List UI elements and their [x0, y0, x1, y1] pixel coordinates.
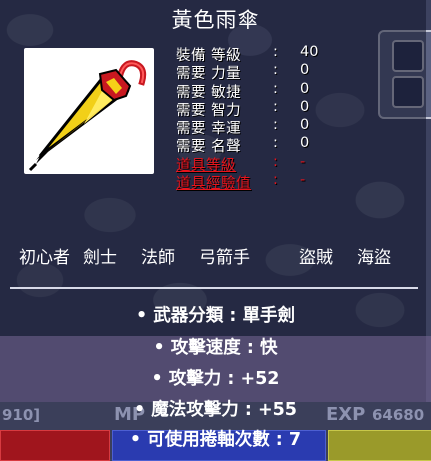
job-requirements: 初心者 劍士 法師 弓箭手 盜賊 海盜	[19, 243, 419, 268]
stat-value: -	[300, 172, 306, 189]
stat-row-req-str: 需要 力量 : 0	[176, 62, 336, 82]
stat-row-req-int: 需要 智力 : 0	[176, 98, 336, 119]
stat-value: 0	[300, 135, 310, 152]
attr-weapon-type: • 武器分類 : 單手劍	[136, 306, 295, 326]
job-thief: 盜賊	[299, 248, 333, 268]
job-archer: 弓箭手	[199, 248, 250, 268]
job-beginner: 初心者	[19, 248, 70, 268]
attr-attack-power: • 攻擊力 : +52	[151, 369, 280, 389]
stat-separator: :	[273, 98, 278, 115]
attr-magic-attack: • 魔法攻擊力 : +55	[134, 400, 297, 420]
stat-value: 0	[300, 98, 310, 115]
stat-row-req-fame: 需要 名聲 : 0	[176, 135, 336, 155]
stat-separator: :	[273, 62, 278, 79]
attr-attack-speed: • 攻擊速度 : 快	[153, 338, 278, 358]
stat-row-req-dex: 需要 敏捷 : 0	[176, 80, 336, 101]
yellow-umbrella-icon	[28, 60, 147, 172]
stat-separator: :	[273, 44, 278, 60]
stat-row-item-exp: 道具經驗值 : -	[176, 172, 336, 193]
stat-value: 0	[300, 62, 310, 79]
item-tooltip: 黃色雨傘 裝備 等級 : 40 需要 力量 : 0 需要 敏捷: 0 需要 智…	[0, 0, 431, 461]
stat-row-item-level: 道具等級 : -	[176, 153, 336, 174]
stat-separator: :	[273, 153, 278, 170]
item-name: 黃色雨傘	[171, 8, 260, 32]
stat-row-equip-level: 裝備 等級 : 40	[176, 44, 336, 64]
stat-value: 0	[300, 117, 310, 134]
stat-value: -	[300, 153, 306, 170]
stat-separator: :	[273, 80, 278, 97]
stat-separator: :	[273, 135, 278, 152]
stat-value: 40	[300, 44, 319, 60]
divider	[10, 287, 418, 289]
stats-panel: 裝備 等級 : 40 需要 力量 : 0 需要 敏捷 : 0 需要 智力 : 0…	[176, 44, 336, 193]
stat-separator: :	[273, 117, 278, 134]
attr-upgrade-slots: • 可使用捲軸次數 : 7	[129, 430, 302, 450]
stat-label: 道具經驗值	[176, 176, 251, 193]
stat-value: 0	[300, 80, 310, 97]
job-warrior: 劍士	[83, 248, 117, 268]
stat-row-req-luk: 需要 幸運 : 0	[176, 117, 336, 137]
job-pirate: 海盜	[357, 248, 391, 268]
item-icon-box	[24, 48, 154, 174]
stat-separator: :	[273, 172, 278, 189]
job-magician: 法師	[141, 248, 175, 268]
